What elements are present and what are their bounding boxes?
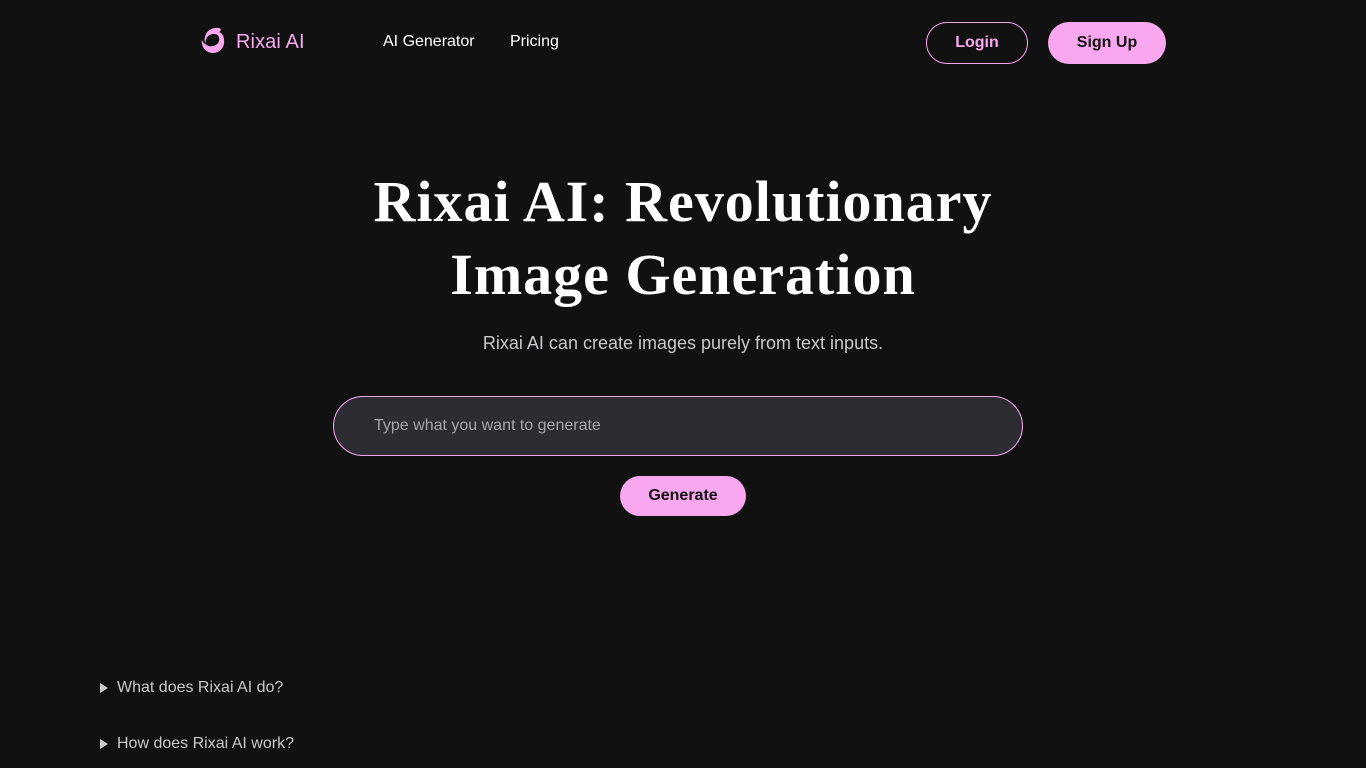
disclosure-triangle-icon — [100, 739, 108, 749]
prompt-input[interactable] — [333, 396, 1023, 456]
logo-link[interactable]: Rixai AI — [198, 24, 305, 60]
nav-ai-generator[interactable]: AI Generator — [383, 32, 475, 52]
disclosure-triangle-icon — [100, 683, 108, 693]
title-line-1: Rixai AI: Revolutionary — [373, 169, 993, 234]
logo-text: Rixai AI — [236, 30, 305, 53]
site-header: Rixai AI AI Generator Pricing Login Sign… — [0, 0, 1366, 86]
faq-item-how-does[interactable]: How does Rixai AI work? — [100, 734, 294, 754]
login-button[interactable]: Login — [926, 22, 1028, 64]
nav-pricing[interactable]: Pricing — [510, 32, 559, 52]
sign-up-button[interactable]: Sign Up — [1048, 22, 1166, 64]
faq-question: How does Rixai AI work? — [117, 735, 294, 752]
generate-button[interactable]: Generate — [620, 476, 746, 516]
page-title: Rixai AI: Revolutionary Image Generation — [283, 165, 1083, 311]
faq-item-what-does[interactable]: What does Rixai AI do? — [100, 678, 283, 698]
page: Rixai AI AI Generator Pricing Login Sign… — [0, 0, 1366, 768]
faq-question: What does Rixai AI do? — [117, 679, 284, 696]
title-line-2: Image Generation — [450, 242, 916, 307]
hero-subtitle: Rixai AI can create images purely from t… — [482, 333, 884, 353]
dolphin-logo-icon — [201, 27, 225, 53]
